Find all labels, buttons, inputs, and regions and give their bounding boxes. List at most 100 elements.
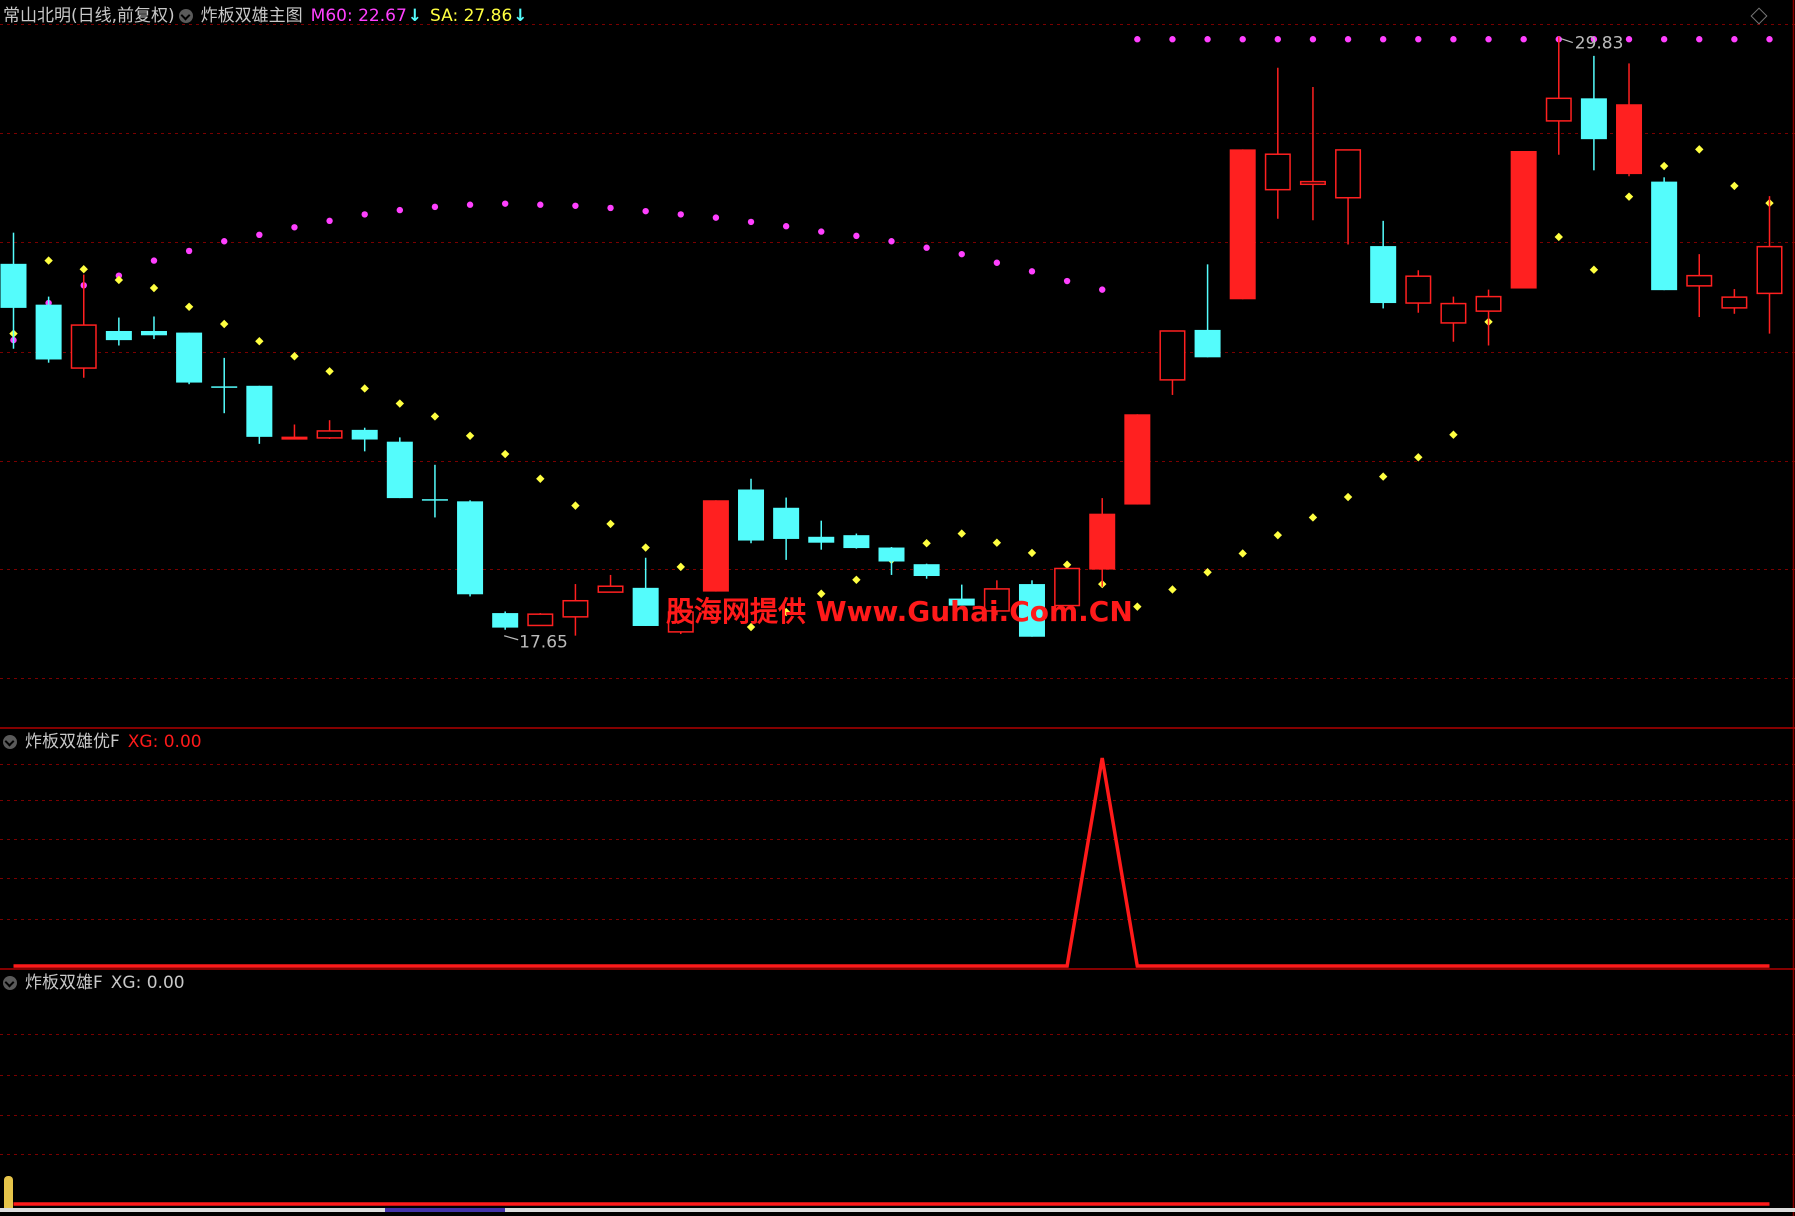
candle-body-32 — [1124, 414, 1151, 505]
candle-body-36 — [1264, 153, 1291, 191]
candle-body-9 — [316, 430, 343, 439]
candle-body-4 — [140, 330, 167, 336]
candle-14 — [492, 611, 519, 630]
sub1-panel-header: 炸板双雄优F XG: 0.00 — [3, 732, 210, 752]
m60-dot-35 — [1239, 36, 1246, 43]
m60-dot-4 — [150, 257, 158, 264]
candle-body-40 — [1405, 275, 1432, 304]
sa-dot-11 — [395, 399, 405, 408]
candle-body-1 — [35, 304, 62, 360]
scrollbar-handle[interactable] — [4, 1176, 13, 1210]
m60-dot-28 — [993, 259, 1001, 266]
candle-17 — [597, 574, 624, 593]
candle-body-35 — [1229, 149, 1256, 300]
sa-dot-14 — [500, 449, 510, 459]
candle-42 — [1475, 289, 1502, 346]
sa-dot-36 — [1273, 530, 1283, 540]
chart-stage: 29.83 17.65 常山北明(日线,前复权) 炸板双雄主图 M60: 22.67↓… — [0, 0, 1795, 1216]
sub2-menu-icon[interactable] — [3, 976, 17, 990]
m60-dot-48 — [1696, 36, 1703, 43]
candle-body-12 — [421, 499, 448, 501]
sa-dot-49 — [1730, 181, 1739, 191]
candle-body-43 — [1510, 150, 1537, 289]
m60-dot-26 — [923, 244, 930, 251]
candle-45 — [1580, 55, 1607, 171]
sa-dot-10 — [360, 384, 369, 393]
candle-5 — [176, 332, 203, 385]
candle-23 — [808, 520, 835, 550]
sa-dot-26 — [922, 539, 931, 548]
candle-body-0 — [0, 263, 27, 308]
m60-dot-15 — [537, 201, 544, 208]
candle-35 — [1229, 149, 1256, 300]
high-marker-line — [1560, 37, 1573, 44]
sa-dot-40 — [1414, 453, 1423, 462]
m60-dot-40 — [1415, 36, 1422, 43]
candle-9 — [316, 420, 343, 439]
m60-dot-50 — [1766, 36, 1773, 43]
sa-dot-32 — [1133, 602, 1142, 611]
sa-dot-30 — [1062, 560, 1072, 569]
candle-body-38 — [1335, 149, 1362, 199]
candle-10 — [351, 427, 378, 452]
sa-dot-9 — [325, 367, 334, 376]
sa-dot-7 — [255, 337, 264, 346]
sa-dot-41 — [1449, 430, 1458, 439]
m60-dot-10 — [361, 211, 368, 218]
candle-25 — [878, 546, 905, 575]
sub1-menu-icon[interactable] — [3, 735, 17, 749]
candle-body-23 — [808, 536, 835, 543]
candle-26 — [913, 563, 940, 579]
sa-dot-2 — [79, 264, 88, 274]
candle-1 — [35, 296, 62, 363]
main-panel-header: 常山北明(日线,前复权) 炸板双雄主图 M60: 22.67↓ SA: 27.86↓ — [3, 6, 536, 26]
candle-12 — [421, 464, 448, 518]
main-indicator-name[interactable]: 炸板双雄主图 — [201, 6, 303, 26]
annotations: 29.83 17.65 — [504, 34, 1623, 653]
sa-dot-18 — [641, 543, 650, 552]
m60-label: M60: 22.67 — [310, 6, 407, 26]
candle-body-37 — [1299, 180, 1326, 186]
candle-21 — [738, 478, 765, 544]
candle-8 — [281, 424, 308, 440]
sa-dot-3 — [114, 275, 124, 285]
candle-15 — [527, 613, 554, 627]
sub2-panel-header: 炸板双雄F XG: 0.00 — [3, 973, 193, 993]
candle-0 — [0, 232, 27, 349]
candle-11 — [386, 437, 413, 499]
candle-body-33 — [1159, 330, 1186, 381]
candle-body-10 — [351, 429, 378, 440]
m60-dot-36 — [1274, 36, 1282, 43]
candle-24 — [843, 533, 870, 549]
candle-34 — [1194, 264, 1221, 358]
m60-dot-22 — [782, 223, 790, 230]
candle-body-22 — [773, 507, 800, 539]
m60-dot-5 — [185, 247, 193, 255]
bottom-scroll-indicator — [385, 1208, 505, 1212]
candle-body-3 — [105, 330, 132, 341]
sub2-indicator-name[interactable]: 炸板双雄F — [25, 973, 103, 993]
candle-body-15 — [527, 613, 554, 627]
candle-6 — [211, 357, 238, 414]
candle-32 — [1124, 414, 1151, 505]
watermark-text: 股海网提供 Www.Guhai.Com.CN — [666, 595, 1133, 628]
m60-dot-31 — [1099, 286, 1106, 293]
m60-dot-20 — [712, 214, 720, 221]
m60-dot-43 — [1520, 36, 1527, 43]
sub1-xg-label: XG: 0.00 — [127, 732, 202, 752]
candle-48 — [1686, 254, 1713, 318]
candle-22 — [773, 497, 800, 560]
indicator-menu-icon[interactable] — [178, 9, 193, 23]
candle-2 — [70, 274, 97, 378]
candle-body-18 — [632, 587, 659, 626]
m60-dot-18 — [642, 207, 649, 215]
sa-dot-1 — [44, 256, 53, 265]
candle-7 — [246, 385, 273, 444]
bottom-scroll-strip[interactable] — [0, 1208, 1795, 1212]
sub1-indicator-name[interactable]: 炸板双雄优F — [25, 732, 120, 752]
m60-dot-23 — [818, 228, 825, 235]
sa-dot-16 — [571, 501, 580, 510]
candle-33 — [1159, 330, 1186, 395]
sa-dot-44 — [1554, 232, 1563, 242]
sa-label: SA: 27.86 — [430, 6, 513, 26]
